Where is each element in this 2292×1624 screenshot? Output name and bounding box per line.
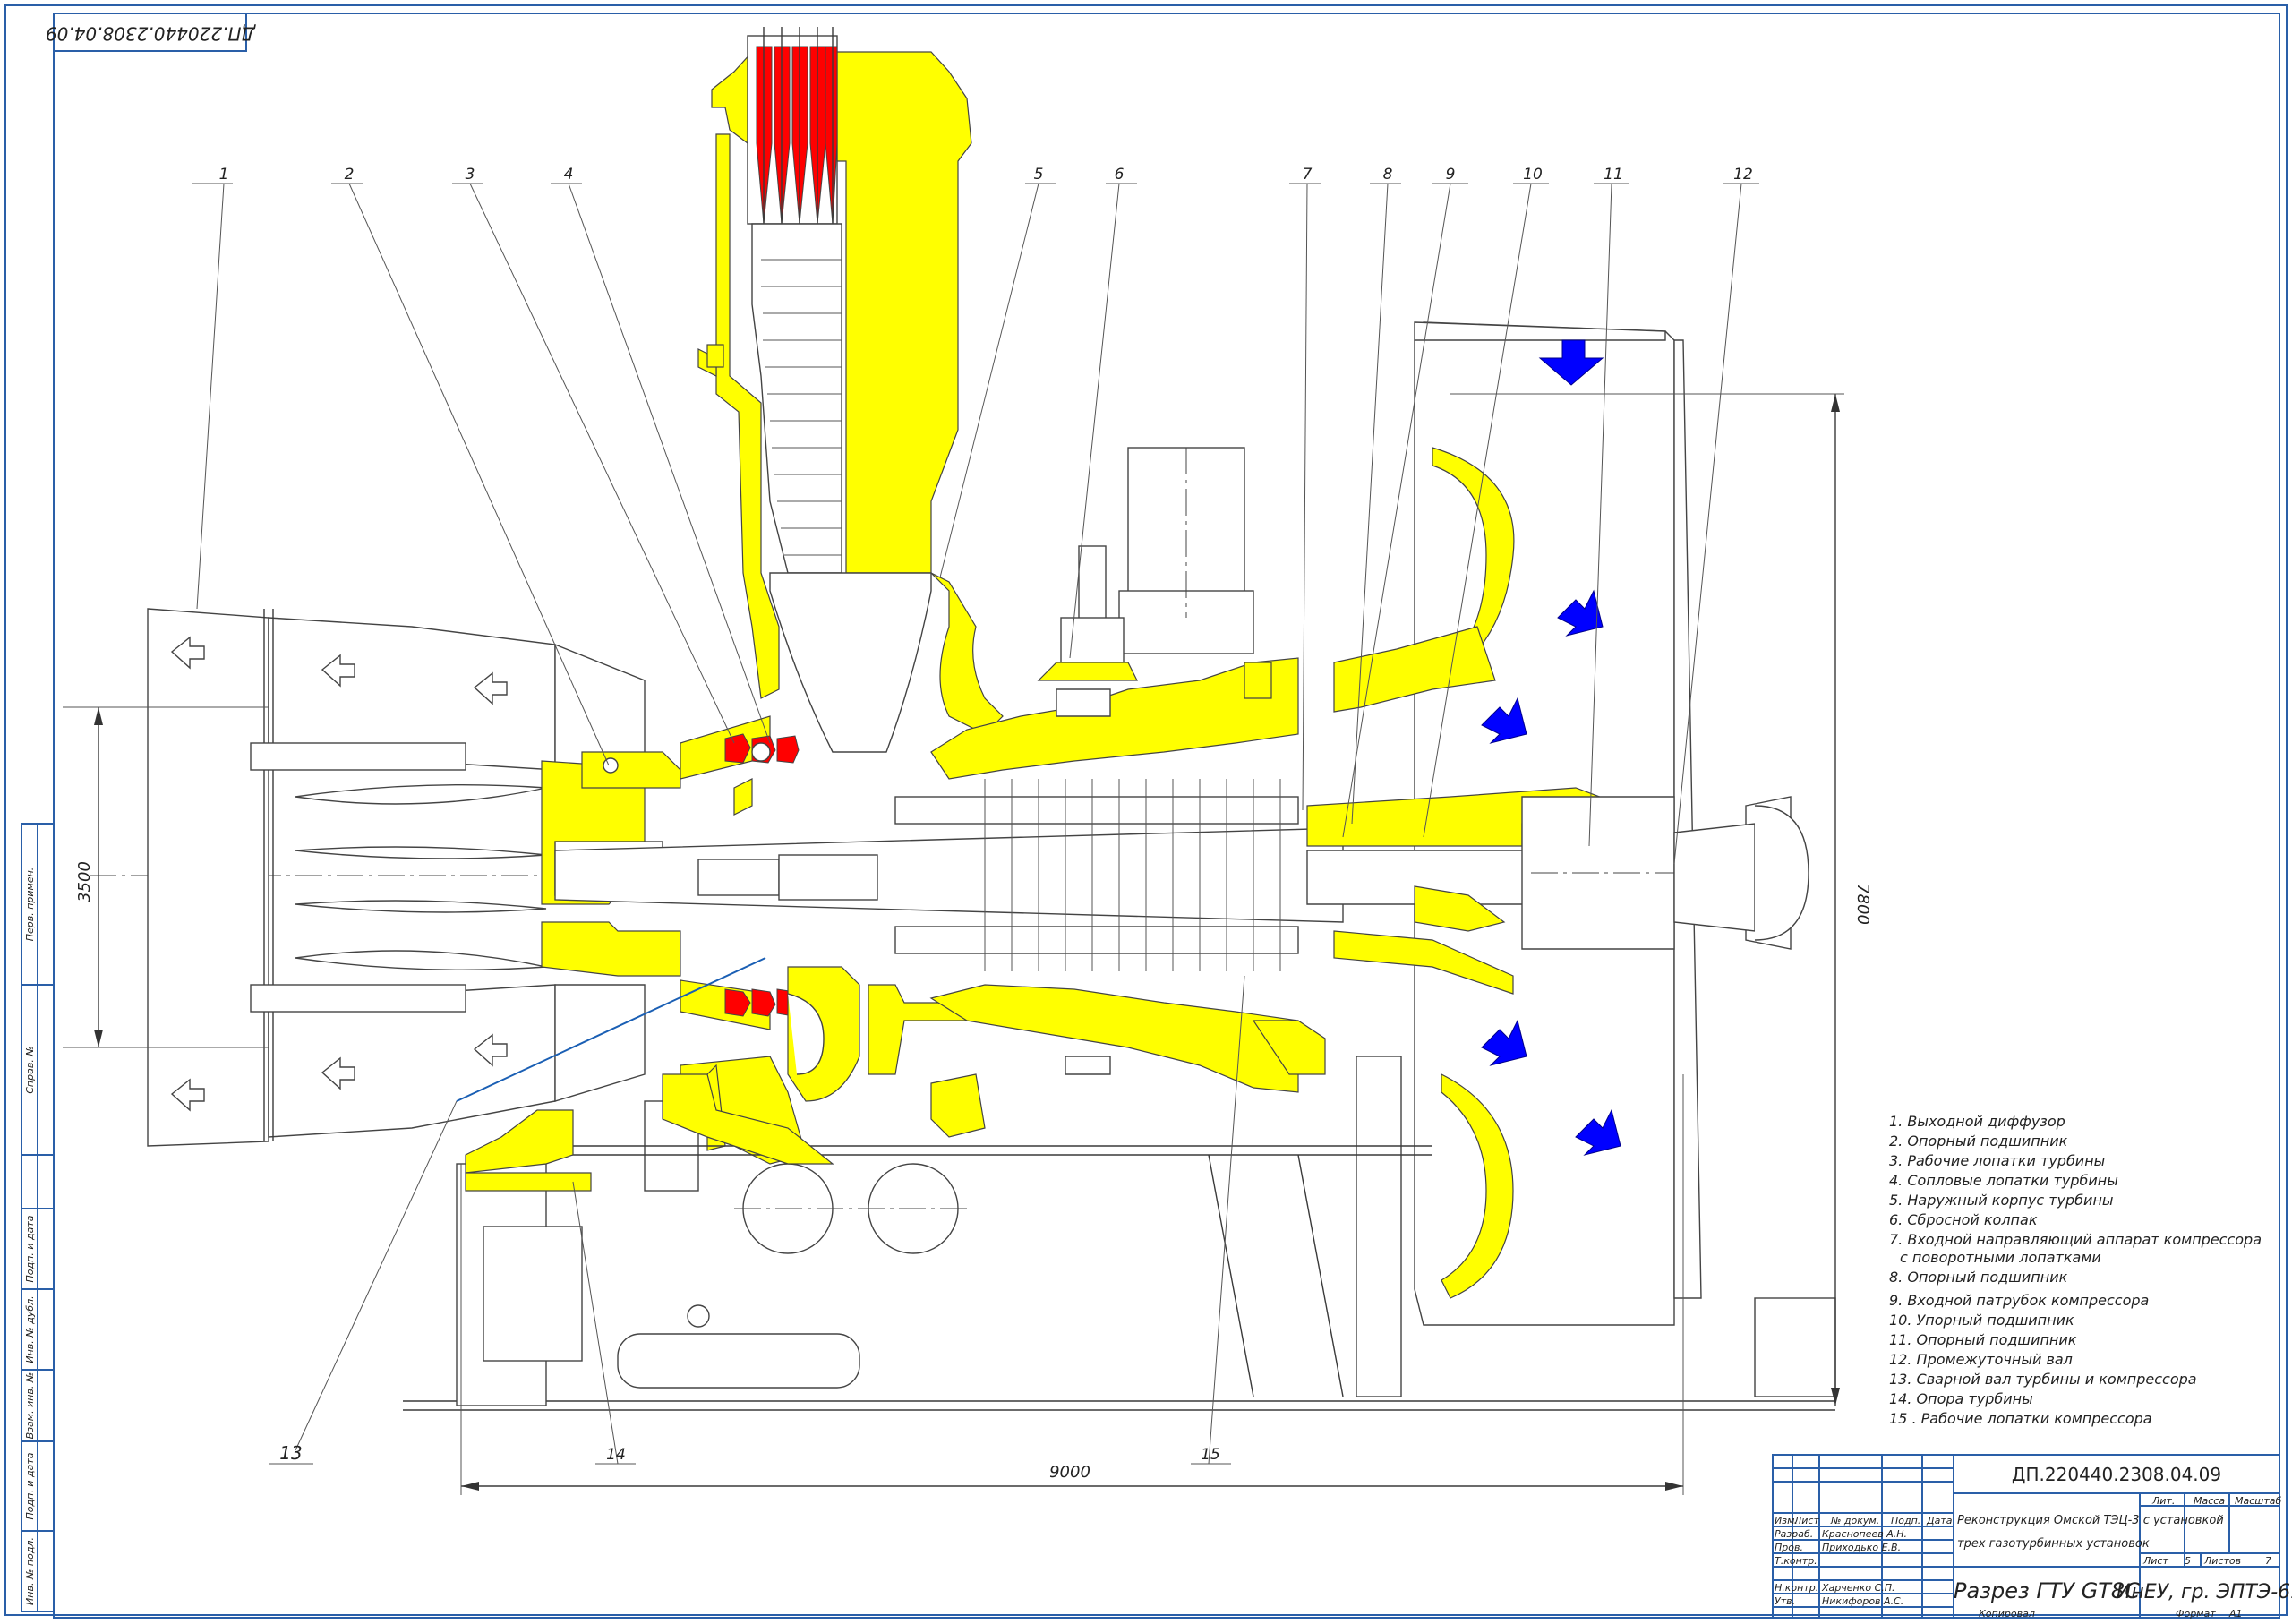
callout-3: 3: [466, 166, 475, 184]
top-stamp-text: ДП.220440.2308.04.09: [46, 23, 256, 45]
dimension-width: 9000: [1049, 1463, 1090, 1482]
parts-legend: 1. Выходной диффузор 2. Опорный подшипни…: [1889, 1113, 2262, 1427]
callout-8: 8: [1383, 166, 1393, 184]
legend-item-3: 3. Рабочие лопатки турбины: [1889, 1152, 2105, 1169]
callout-6: 6: [1115, 166, 1125, 184]
tb-format-label: Формат: [2176, 1608, 2216, 1620]
margin-label-3: Инв. № дубл.: [24, 1295, 36, 1363]
tb-sheet-label: Лист: [2142, 1555, 2168, 1567]
turbine-section-drawing: 9000 3500 7800 1 2 3 4 5 6 7 8 9 10 11 1…: [63, 27, 1872, 1495]
callout-1: 1: [219, 166, 229, 184]
legend-item-13: 13. Сварной вал турбины и компрессора: [1889, 1371, 2197, 1388]
legend-item-7b: с поворотными лопатками: [1900, 1249, 2101, 1266]
tb-scale-label: Масштаб: [2235, 1495, 2281, 1507]
tb-project-line1: Реконструкция Омской ТЭЦ-3 с установкой: [1957, 1514, 2224, 1527]
tb-doc-code: ДП.220440.2308.04.09: [2012, 1464, 2221, 1485]
tb-mass-label: Масса: [2194, 1495, 2225, 1507]
callout-4: 4: [564, 166, 574, 184]
margin-label-2: Подп. и дата: [24, 1215, 36, 1282]
margin-label-6: Инв. № подл.: [24, 1537, 36, 1605]
tb-copied-label: Копировал: [1979, 1608, 2035, 1620]
tb-col-doc: № докум.: [1830, 1515, 1879, 1526]
top-stamp: ДП.220440.2308.04.09: [46, 13, 256, 52]
margin-label-0: Перв. примен.: [24, 868, 36, 942]
legend-item-12: 12. Промежуточный вал: [1889, 1351, 2073, 1368]
legend-item-4: 4. Сопловые лопатки турбины: [1889, 1172, 2118, 1189]
dimension-left-height: 3500: [75, 861, 94, 902]
callout-13: 13: [279, 1442, 302, 1464]
tb-sheets-value: 7: [2265, 1555, 2271, 1567]
tb-role-utv: Утв.: [1775, 1595, 1795, 1607]
legend-item-14: 14. Опора турбины: [1889, 1390, 2033, 1407]
tb-organization: ИнЕУ, гр. ЭПТЭ-61: [2117, 1581, 2292, 1603]
tb-sheets-label: Листов: [2203, 1555, 2241, 1567]
tb-col-sign: Подп.: [1891, 1515, 1920, 1526]
tb-name-razrab: Краснопеев А.Н.: [1822, 1528, 1907, 1540]
tb-role-razrab: Разраб.: [1775, 1528, 1813, 1540]
tb-project-line2: трех газотурбинных установок: [1957, 1537, 2150, 1551]
tb-col-date: Дата: [1926, 1515, 1953, 1526]
title-block: Изм. Лист № докум. Подп. Дата Разраб. Пр…: [1772, 1454, 2292, 1620]
callout-10: 10: [1523, 166, 1543, 184]
legend-item-2: 2. Опорный подшипник: [1889, 1133, 2068, 1150]
left-margin-table: Перв. примен. Справ. № Подп. и дата Инв.…: [21, 823, 55, 1612]
tb-name-utv: Никифоров А.С.: [1822, 1595, 1903, 1607]
legend-item-6: 6. Сбросной колпак: [1889, 1211, 2038, 1228]
drawing-canvas: ДП.220440.2308.04.09 Перв. примен. Справ…: [4, 4, 2292, 1620]
combustion-chamber: [697, 27, 1004, 753]
legend-item-8: 8. Опорный подшипник: [1889, 1269, 2068, 1286]
tb-name-nkontr: Харченко С.П.: [1821, 1582, 1895, 1594]
legend-item-9: 9. Входной патрубок компрессора: [1889, 1292, 2149, 1309]
engineering-drawing-sheet: ДП.220440.2308.04.09 Перв. примен. Справ…: [0, 0, 2292, 1620]
tb-sheet-value: 5: [2185, 1555, 2191, 1567]
callout-7: 7: [1303, 166, 1313, 184]
legend-item-15: 15 . Рабочие лопатки компрессора: [1889, 1410, 2152, 1427]
margin-label-1: Справ. №: [24, 1046, 36, 1094]
callout-2: 2: [345, 166, 355, 184]
callout-11: 11: [1604, 166, 1623, 184]
tb-col-list: Лист: [1793, 1515, 1819, 1526]
tb-role-prov: Пров.: [1775, 1542, 1803, 1553]
tb-lit-label: Лит.: [2151, 1495, 2175, 1507]
legend-item-11: 11. Опорный подшипник: [1889, 1331, 2077, 1348]
margin-label-4: Взам. инв. №: [24, 1372, 36, 1440]
legend-item-7: 7. Входной направляющий аппарат компресс…: [1889, 1231, 2262, 1248]
tb-role-nkontr: Н.контр.: [1775, 1582, 1818, 1594]
callout-12: 12: [1733, 166, 1753, 184]
legend-item-10: 10. Упорный подшипник: [1889, 1312, 2074, 1329]
callout-9: 9: [1446, 166, 1456, 184]
callout-14: 14: [606, 1446, 626, 1464]
callout-15: 15: [1201, 1446, 1220, 1464]
tb-name-prov: Приходько Е.В.: [1822, 1542, 1901, 1553]
tb-format-value: A1: [2228, 1608, 2243, 1620]
tb-role-tkontr: Т.контр.: [1775, 1555, 1817, 1567]
margin-label-5: Подп. и дата: [24, 1452, 36, 1519]
legend-item-1: 1. Выходной диффузор: [1889, 1113, 2065, 1130]
tb-drawing-title: Разрез ГТУ GT8C: [1954, 1578, 2140, 1603]
intermediate-shaft-coupling: [1673, 805, 1809, 941]
callout-5: 5: [1034, 166, 1044, 184]
legend-item-5: 5. Наружный корпус турбины: [1889, 1192, 2114, 1209]
dimension-right-height: 7800: [1853, 884, 1872, 925]
